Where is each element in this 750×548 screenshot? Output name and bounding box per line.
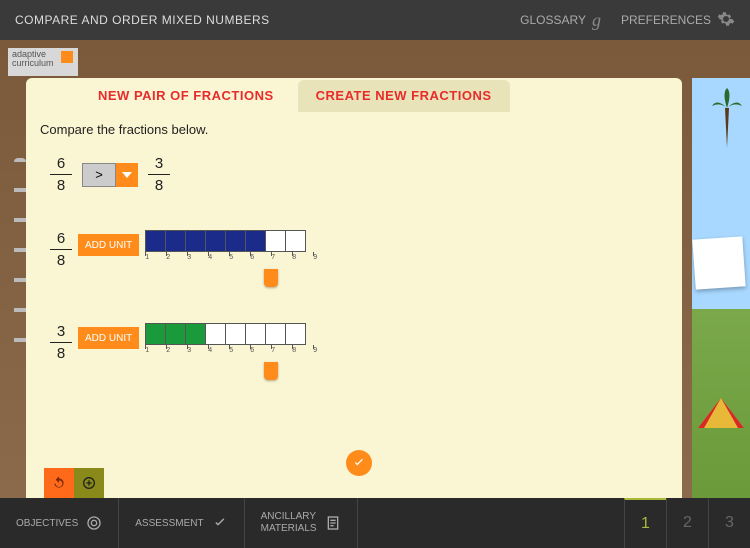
segment (145, 323, 166, 345)
segment (185, 323, 206, 345)
tick-label: 3 (187, 347, 208, 354)
preferences-link[interactable]: PREFERENCES (621, 10, 735, 31)
tab-new-pair[interactable]: NEW PAIR OF FRACTIONS (80, 80, 292, 112)
top-bar: COMPARE AND ORDER MIXED NUMBERS GLOSSARY… (0, 0, 750, 40)
palm-tree-icon (712, 88, 742, 153)
instruction-text: Compare the fractions below. (40, 122, 668, 137)
unit-row: 38ADD UNIT123456789 (50, 323, 668, 380)
background-scenery (692, 78, 750, 498)
segment (185, 230, 206, 252)
gear-icon (717, 10, 735, 31)
tick-label: 4 (208, 347, 229, 354)
segment (145, 230, 166, 252)
bar-model: 123456789 (145, 230, 334, 287)
page-button-1[interactable]: 1 (624, 498, 666, 548)
mini-toolbar (44, 468, 104, 498)
ancillary-button[interactable]: ANCILLARY MATERIALS (245, 498, 358, 548)
fraction-label: 38 (50, 323, 72, 362)
slider-handle[interactable] (264, 362, 278, 380)
page-title: COMPARE AND ORDER MIXED NUMBERS (15, 13, 500, 27)
tent-icon (698, 398, 744, 438)
pager: 123 (624, 498, 750, 548)
add-unit-button[interactable]: ADD UNIT (78, 234, 139, 256)
photo-decoration (692, 236, 745, 289)
tab-create-new[interactable]: CREATE NEW FRACTIONS (298, 80, 510, 112)
segment (225, 323, 246, 345)
tick-label: 2 (166, 347, 187, 354)
worksheet: NEW PAIR OF FRACTIONS CREATE NEW FRACTIO… (26, 78, 682, 498)
segment (205, 230, 226, 252)
stage: adaptive curriculum NEW PAIR OF FRACTION… (0, 40, 750, 498)
tick-label: 7 (271, 254, 292, 261)
chevron-down-icon[interactable] (116, 163, 138, 187)
segment (245, 323, 266, 345)
page-button-3[interactable]: 3 (708, 498, 750, 548)
add-button[interactable] (74, 468, 104, 498)
tick-label: 9 (313, 347, 334, 354)
tick-label: 3 (187, 254, 208, 261)
unit-row: 68ADD UNIT123456789 (50, 230, 668, 287)
confirm-button[interactable] (346, 450, 372, 476)
tick-label: 6 (250, 347, 271, 354)
comparison-row: 6 8 > 3 8 (50, 155, 668, 194)
tick-label: 9 (313, 254, 334, 261)
brand-logo: adaptive curriculum (8, 48, 78, 76)
comparison-value: > (82, 163, 116, 187)
fraction-left: 6 8 (50, 155, 72, 194)
slider-handle[interactable] (264, 269, 278, 287)
tick-label: 6 (250, 254, 271, 261)
objectives-button[interactable]: OBJECTIVES (0, 498, 119, 548)
glossary-link[interactable]: GLOSSARY g (520, 10, 601, 31)
tick-label: 5 (229, 254, 250, 261)
tick-label: 8 (292, 254, 313, 261)
reset-button[interactable] (44, 468, 74, 498)
glossary-icon: g (592, 10, 601, 31)
segment (245, 230, 266, 252)
tick-label: 1 (145, 347, 166, 354)
bottom-bar: OBJECTIVES ASSESSMENT ANCILLARY MATERIAL… (0, 498, 750, 548)
segment (285, 323, 306, 345)
preferences-label: PREFERENCES (621, 13, 711, 27)
segment (285, 230, 306, 252)
tick-label: 7 (271, 347, 292, 354)
tick-label: 1 (145, 254, 166, 261)
page-button-2[interactable]: 2 (666, 498, 708, 548)
segment (225, 230, 246, 252)
tick-label: 4 (208, 254, 229, 261)
target-icon (86, 515, 102, 531)
segment (265, 230, 286, 252)
bar-model: 123456789 (145, 323, 334, 380)
add-unit-button[interactable]: ADD UNIT (78, 327, 139, 349)
assessment-button[interactable]: ASSESSMENT (119, 498, 244, 548)
comparison-selector[interactable]: > (82, 163, 138, 187)
document-icon (325, 515, 341, 531)
check-icon (212, 515, 228, 531)
tick-label: 8 (292, 347, 313, 354)
glossary-label: GLOSSARY (520, 13, 586, 27)
fraction-right: 3 8 (148, 155, 170, 194)
fraction-label: 68 (50, 230, 72, 269)
tick-label: 2 (166, 254, 187, 261)
tick-label: 5 (229, 347, 250, 354)
segment (165, 230, 186, 252)
tab-bar: NEW PAIR OF FRACTIONS CREATE NEW FRACTIO… (26, 78, 682, 112)
segment (165, 323, 186, 345)
segment (265, 323, 286, 345)
segment (205, 323, 226, 345)
